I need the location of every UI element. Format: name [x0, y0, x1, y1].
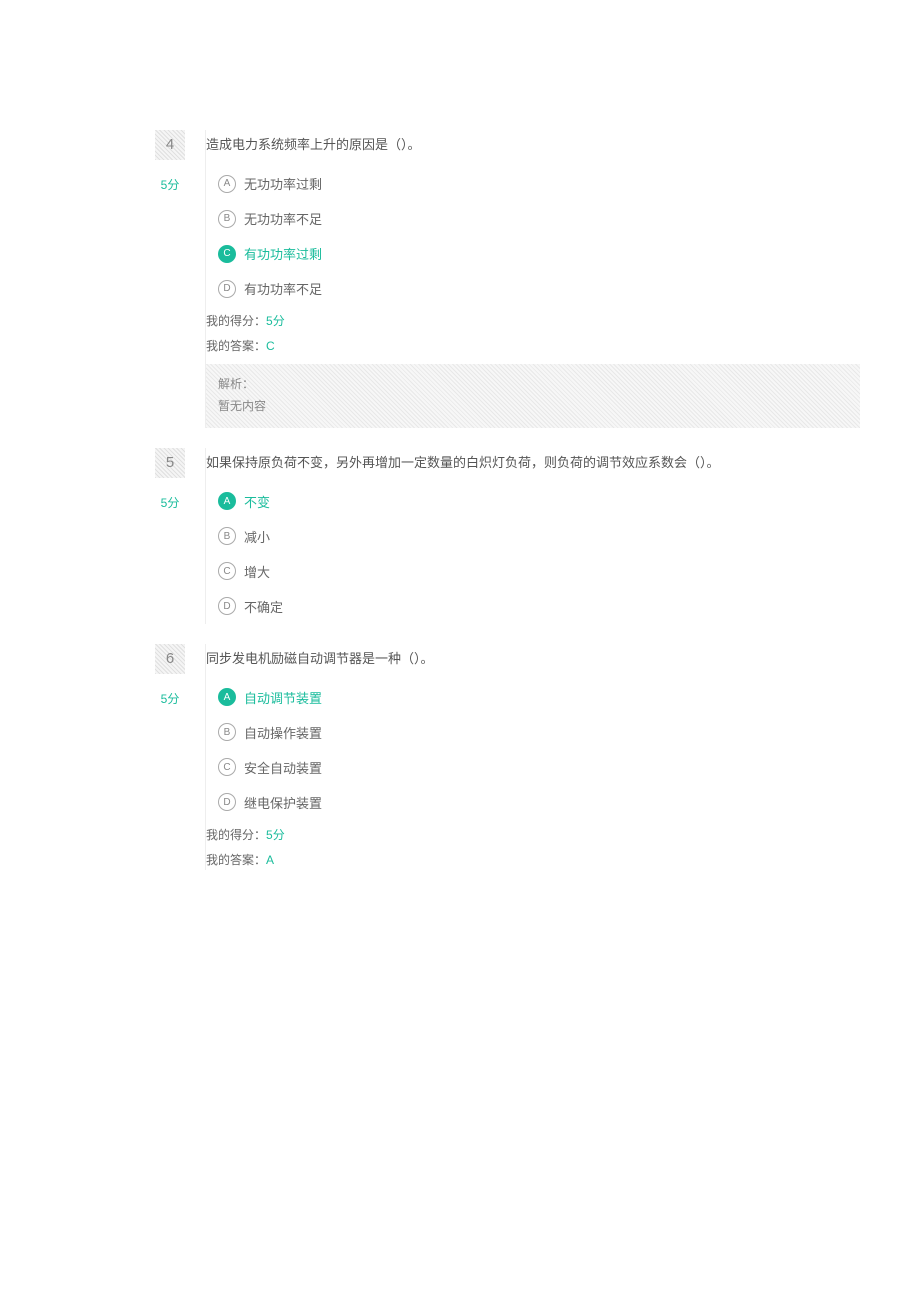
option-row[interactable]: C 增大 — [218, 554, 860, 589]
option-text: 继电保护装置 — [244, 793, 322, 812]
my-answer-value: C — [266, 339, 275, 353]
my-answer-line: 我的答案：C — [206, 337, 860, 356]
explain-box: 解析：暂无内容 — [206, 364, 860, 427]
option-row[interactable]: A 自动调节装置 — [218, 680, 860, 715]
my-answer-value: A — [266, 853, 274, 867]
my-score-value: 5分 — [266, 314, 285, 328]
question-score-label: 5分 — [155, 690, 185, 707]
option-letter-badge: D — [218, 793, 236, 811]
question-sidebar: 4 5分 — [155, 130, 205, 428]
option-letter-badge: A — [218, 492, 236, 510]
question-content: 同步发电机励磁自动调节器是一种（）。 A 自动调节装置 B 自动操作装置 C 安全自动装置 D… — [205, 644, 920, 870]
option-row[interactable]: D 不确定 — [218, 589, 860, 624]
question-content: 如果保持原负荷不变，另外再增加一定数量的白炽灯负荷，则负荷的调节效应系数会（）。… — [205, 448, 920, 624]
option-text: 自动操作装置 — [244, 723, 322, 742]
question-sidebar: 6 5分 — [155, 644, 205, 870]
option-text: 安全自动装置 — [244, 758, 322, 777]
option-text: 增大 — [244, 562, 270, 581]
options-list: A 自动调节装置 B 自动操作装置 C 安全自动装置 D 继电保护装置 — [206, 674, 860, 820]
my-score-line: 我的得分：5分 — [206, 312, 860, 331]
question-content: 造成电力系统频率上升的原因是（）。 A 无功功率过剩 B 无功功率不足 C 有功功率过剩 D有… — [205, 130, 920, 428]
question-score-label: 5分 — [155, 494, 185, 511]
question-text: 造成电力系统频率上升的原因是（）。 — [206, 130, 860, 160]
options-list: A 不变 B 减小 C 增大 D 不确定 — [206, 478, 860, 624]
question-number: 4 — [155, 130, 185, 160]
option-row[interactable]: A 无功功率过剩 — [218, 166, 860, 201]
option-letter-badge: D — [218, 280, 236, 298]
options-list: A 无功功率过剩 B 无功功率不足 C 有功功率过剩 D 有功功率不足 — [206, 160, 860, 306]
question-number: 5 — [155, 448, 185, 478]
my-answer-label: 我的答案： — [206, 853, 266, 867]
option-letter-badge: B — [218, 210, 236, 228]
my-score-line: 我的得分：5分 — [206, 826, 860, 845]
option-row[interactable]: D 继电保护装置 — [218, 785, 860, 820]
option-row[interactable]: B 减小 — [218, 519, 860, 554]
option-text: 有功功率不足 — [244, 279, 322, 298]
option-row[interactable]: B 自动操作装置 — [218, 715, 860, 750]
option-text: 自动调节装置 — [244, 688, 322, 707]
option-text: 无功功率不足 — [244, 209, 322, 228]
option-text: 无功功率过剩 — [244, 174, 322, 193]
option-row[interactable]: D 有功功率不足 — [218, 271, 860, 306]
option-text: 不确定 — [244, 597, 283, 616]
my-score-label: 我的得分： — [206, 828, 266, 842]
option-letter-badge: C — [218, 245, 236, 263]
my-score-value: 5分 — [266, 828, 285, 842]
option-letter-badge: C — [218, 758, 236, 776]
my-score-label: 我的得分： — [206, 314, 266, 328]
option-text: 不变 — [244, 492, 270, 511]
question-sidebar: 5 5分 — [155, 448, 205, 624]
question-number: 6 — [155, 644, 185, 674]
option-letter-badge: A — [218, 175, 236, 193]
option-row[interactable]: A 不变 — [218, 484, 860, 519]
option-letter-badge: A — [218, 688, 236, 706]
option-row[interactable]: C 有功功率过剩 — [218, 236, 860, 271]
option-text: 有功功率过剩 — [244, 244, 322, 263]
option-row[interactable]: C 安全自动装置 — [218, 750, 860, 785]
option-text: 减小 — [244, 527, 270, 546]
option-letter-badge: B — [218, 527, 236, 545]
question-text: 同步发电机励磁自动调节器是一种（）。 — [206, 644, 860, 674]
my-answer-label: 我的答案： — [206, 339, 266, 353]
explain-title: 解析： — [218, 374, 848, 396]
question-text: 如果保持原负荷不变，另外再增加一定数量的白炽灯负荷，则负荷的调节效应系数会（）。 — [206, 448, 860, 478]
question-score-label: 5分 — [155, 176, 185, 193]
explain-body: 暂无内容 — [218, 396, 848, 418]
question-block: 45分造成电力系统频率上升的原因是（）。A无功功率过剩B无功功率不足C有功功率过… — [0, 130, 920, 428]
question-block: 5 5分 如果保持原负荷不变，另外再增加一定数量的白炽灯负荷，则负荷的调节效应系数会… — [0, 448, 920, 624]
question-block: 65分同步发电机励磁自动调节器是一种（）。A自动调节装置B自动操作装置C安全自动… — [0, 644, 920, 870]
my-answer-line: 我的答案：A — [206, 851, 860, 870]
option-row[interactable]: B 无功功率不足 — [218, 201, 860, 236]
option-letter-badge: D — [218, 597, 236, 615]
option-letter-badge: C — [218, 562, 236, 580]
option-letter-badge: B — [218, 723, 236, 741]
